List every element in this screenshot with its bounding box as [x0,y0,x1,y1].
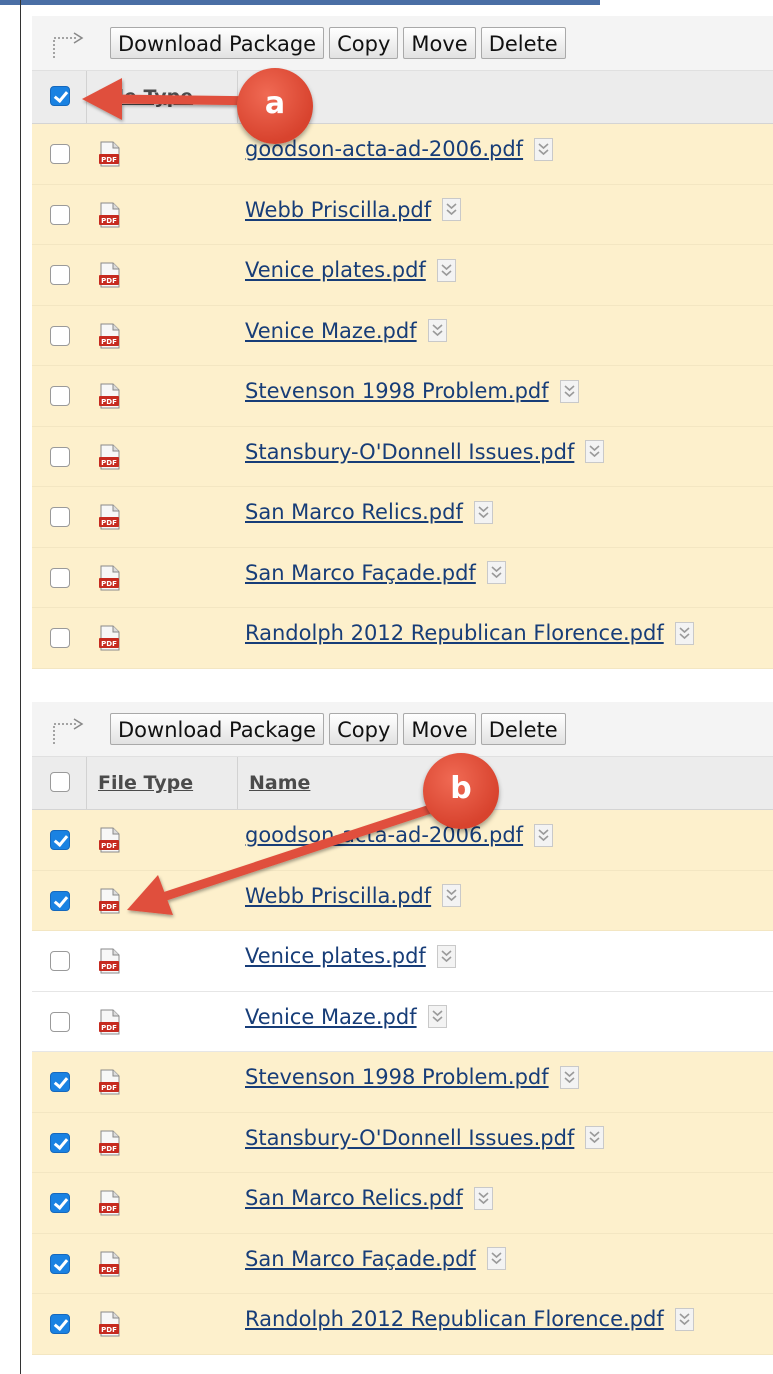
arrow-b-icon [127,791,475,915]
callout-a: a [237,68,313,144]
annotation-overlay [82,78,475,915]
callout-b: b [423,753,499,829]
